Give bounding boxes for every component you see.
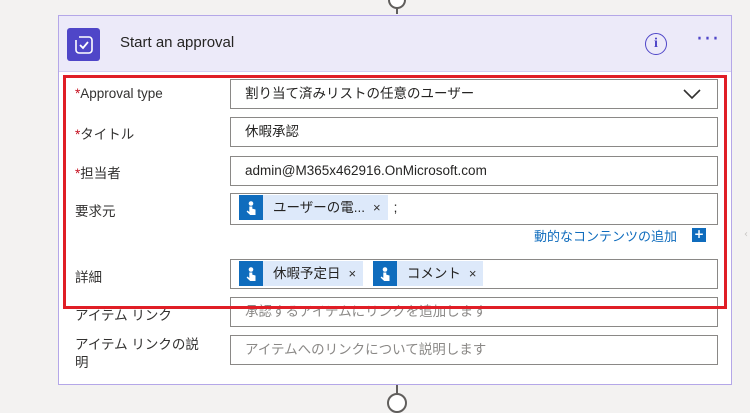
- title-label: *タイトル: [75, 123, 134, 143]
- info-icon[interactable]: i: [645, 33, 667, 55]
- assigned-to-label-text: 担当者: [80, 166, 121, 181]
- more-options-icon[interactable]: ···: [692, 29, 724, 54]
- approval-type-label-text: Approval type: [80, 86, 163, 101]
- flow-connector-bottom-cap: [387, 393, 407, 413]
- add-dynamic-content-link[interactable]: 動的なコンテンツの追加: [534, 226, 677, 245]
- flow-connector-top-cap: [388, 0, 406, 9]
- user-touch-icon: [239, 261, 263, 286]
- user-touch-icon: [372, 261, 397, 286]
- requestor-label: 要求元: [75, 204, 116, 219]
- token-label: コメント: [406, 265, 461, 281]
- item-link-description-input[interactable]: アイテムへのリンクについて説明します: [230, 335, 718, 365]
- assigned-to-input[interactable]: admin@M365x462916.OnMicrosoft.com: [230, 156, 718, 186]
- remove-token-icon[interactable]: ×: [469, 260, 484, 288]
- dynamic-token[interactable]: ユーザーの電... ×: [239, 195, 388, 220]
- requestor-input[interactable]: ユーザーの電... × ;: [230, 193, 718, 225]
- title-label-text: タイトル: [80, 127, 135, 142]
- details-label: 詳細: [75, 270, 102, 285]
- add-dynamic-content-icon[interactable]: +: [692, 228, 706, 242]
- approval-type-label: *Approval type: [75, 86, 163, 101]
- item-link-input[interactable]: 承認するアイテムにリンクを追加します: [230, 297, 718, 327]
- assigned-to-label: *担当者: [75, 162, 121, 182]
- remove-token-icon[interactable]: ×: [373, 194, 388, 222]
- dynamic-token[interactable]: 休暇予定日 ×: [239, 260, 364, 288]
- approval-action-card: Start an approval i ··· *Approval type 割…: [58, 15, 732, 385]
- card-header[interactable]: Start an approval i ···: [59, 16, 731, 72]
- card-title: Start an approval: [120, 34, 235, 51]
- item-link-description-label: アイテム リンクの説 明: [75, 336, 199, 372]
- approval-check-icon: [67, 28, 100, 61]
- item-link-label: アイテム リンク: [75, 308, 172, 323]
- user-touch-icon: [239, 195, 263, 220]
- details-input[interactable]: 休暇予定日 × コメント ×: [230, 259, 718, 289]
- dynamic-token[interactable]: コメント ×: [372, 260, 484, 288]
- token-label: 休暇予定日: [273, 265, 341, 281]
- chevron-down-icon: [683, 89, 701, 100]
- approval-type-dropdown[interactable]: 割り当て済みリストの任意のユーザー: [230, 79, 718, 109]
- remove-token-icon[interactable]: ×: [349, 260, 364, 288]
- approval-type-value: 割り当て済みリストの任意のユーザー: [245, 86, 475, 101]
- token-label: ユーザーの電...: [273, 199, 365, 215]
- token-separator: ;: [393, 200, 398, 215]
- item-link-description-label-line1: アイテム リンクの説: [75, 337, 199, 352]
- item-link-description-label-line2: 明: [75, 355, 89, 370]
- panel-edge-chevron-icon: ‹: [744, 229, 748, 240]
- title-input[interactable]: 休暇承認: [230, 117, 718, 147]
